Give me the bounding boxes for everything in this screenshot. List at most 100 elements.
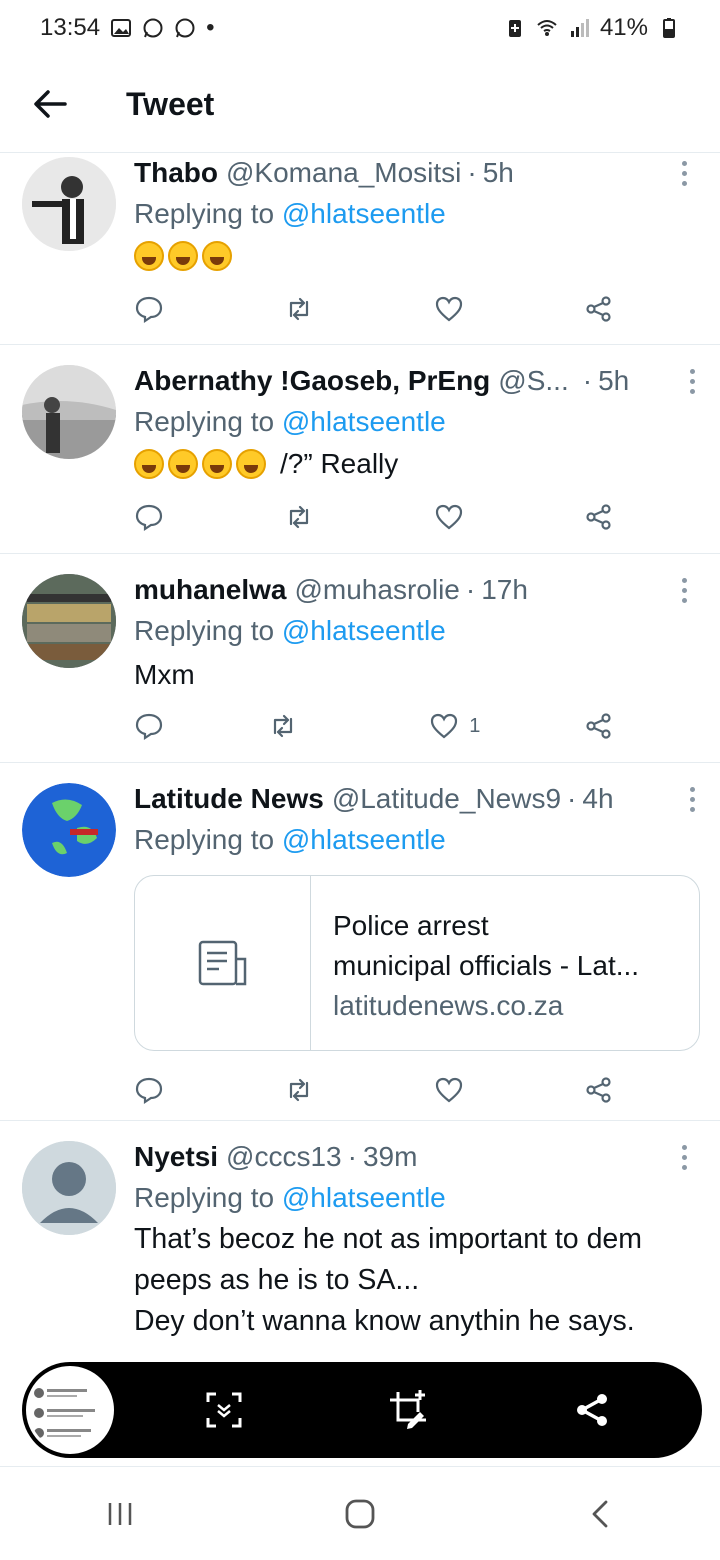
rofl-emoji [202,241,232,271]
avatar[interactable] [22,783,116,877]
like-button[interactable] [434,289,464,329]
rofl-emoji [168,449,198,479]
author-handle[interactable]: @S... [498,361,568,401]
edit-screenshot-button[interactable] [388,1390,428,1430]
tweet-item[interactable]: Nyetsi @cccs13 · 39m Replying to @hlatse… [0,1121,720,1388]
tweet-content [134,235,700,277]
share-button[interactable] [584,1070,614,1110]
card-title: municipal officials - Lat... [333,950,640,981]
screenshot-toolbar [22,1362,702,1458]
tweet-actions [134,497,614,537]
heart-icon [435,504,463,530]
reply-icon [135,296,163,324]
tweet-text: That’s becoz he not as important to dem … [134,1223,643,1337]
tweet-actions [134,289,614,329]
home-icon [345,1499,375,1528]
replying-to: Replying to @hlatseentle [134,1182,446,1213]
tweet-header: Abernathy !Gaoseb, PrEng @S... · 5h [134,361,700,401]
replying-to: Replying to @hlatseentle [134,406,446,437]
more-options-icon[interactable] [680,779,704,819]
like-button[interactable] [434,497,464,537]
reply-button[interactable] [134,1070,164,1110]
app-header: Tweet [0,56,720,153]
whatsapp-icon [175,18,195,38]
share-button[interactable] [584,289,614,329]
tweet-time: 5h [598,365,630,396]
reply-button[interactable] [134,497,164,537]
retweet-icon [289,505,309,529]
heart-icon [435,1077,463,1103]
retweet-icon [289,297,309,321]
share-icon [586,296,611,322]
author-name[interactable]: Abernathy !Gaoseb, PrEng [134,361,490,401]
retweet-button[interactable] [268,706,298,746]
mention-link[interactable]: @hlatseentle [282,1182,446,1213]
mention-link[interactable]: @hlatseentle [282,824,446,855]
author-handle[interactable]: @muhasrolie [294,570,459,610]
more-options-icon[interactable] [672,1137,696,1177]
retweet-button[interactable] [284,289,314,329]
replying-to: Replying to @hlatseentle [134,824,446,855]
retweet-button[interactable] [284,1070,314,1110]
tweet-actions: 1 [134,706,614,746]
crop-edit-icon [390,1390,426,1429]
avatar[interactable] [22,1141,116,1235]
card-title: Police arrest [333,910,489,941]
back-button[interactable] [20,74,80,134]
reply-feed[interactable]: Thabo @Komana_Mositsi · 5h Replying to @… [0,153,720,1388]
mention-link[interactable]: @hlatseentle [282,406,446,437]
link-preview-card[interactable]: Police arrest municipal officials - Lat.… [134,875,700,1051]
tweet-item[interactable]: muhanelwa @muhasrolie · 17h Replying to … [0,554,720,763]
reply-button[interactable] [134,289,164,329]
scroll-capture-button[interactable] [204,1390,244,1430]
screenshot-thumbnail[interactable] [26,1366,114,1454]
back-nav-button[interactable] [560,1484,640,1544]
share-button[interactable] [584,706,614,746]
like-button[interactable]: 1 [429,706,480,746]
author-name[interactable]: Latitude News [134,779,324,819]
battery-icon [663,18,675,38]
share-icon [586,713,611,739]
recent-apps-button[interactable] [80,1484,160,1544]
mention-link[interactable]: @hlatseentle [282,198,446,229]
system-nav-bar [0,1466,720,1560]
more-options-icon[interactable] [672,153,696,193]
tweet-item[interactable]: Thabo @Komana_Mositsi · 5h Replying to @… [0,153,720,345]
wifi-icon [537,20,557,36]
tweet-header: Thabo @Komana_Mositsi · 5h [134,153,700,193]
author-name[interactable]: Thabo [134,153,218,193]
more-options-icon[interactable] [680,361,704,401]
home-button[interactable] [320,1484,400,1544]
author-name[interactable]: muhanelwa [134,570,286,610]
like-button[interactable] [434,1070,464,1110]
tweet-time: 39m [362,1141,418,1172]
share-icon [577,1394,607,1426]
author-handle[interactable]: @Komana_Mositsi [226,153,461,193]
author-handle[interactable]: @cccs13 [226,1137,342,1177]
rofl-emoji [134,241,164,271]
heart-icon [431,713,458,739]
avatar[interactable] [22,365,116,459]
author-handle[interactable]: @Latitude_News9 [332,779,561,819]
reply-icon [135,504,163,532]
replying-to: Replying to @hlatseentle [134,198,446,229]
replying-to: Replying to @hlatseentle [134,615,446,646]
mention-link[interactable]: @hlatseentle [282,615,446,646]
more-options-icon[interactable] [672,570,696,610]
notification-dot: • [206,14,215,41]
reply-button[interactable] [134,706,164,746]
avatar[interactable] [22,157,116,251]
page-title: Tweet [126,85,215,122]
tweet-header: Nyetsi @cccs13 · 39m [134,1137,700,1177]
tweet-item[interactable]: Latitude News @Latitude_News9 · 4h Reply… [0,763,720,1121]
card-domain: latitudenews.co.za [333,990,564,1021]
retweet-icon [289,1078,309,1102]
author-name[interactable]: Nyetsi [134,1137,218,1177]
avatar[interactable] [22,574,116,668]
retweet-button[interactable] [284,497,314,537]
arrow-left-icon [34,90,67,118]
tweet-item[interactable]: Abernathy !Gaoseb, PrEng @S... · 5h Repl… [0,345,720,554]
signal-icon [570,19,589,37]
share-screenshot-button[interactable] [572,1390,612,1430]
share-button[interactable] [584,497,614,537]
